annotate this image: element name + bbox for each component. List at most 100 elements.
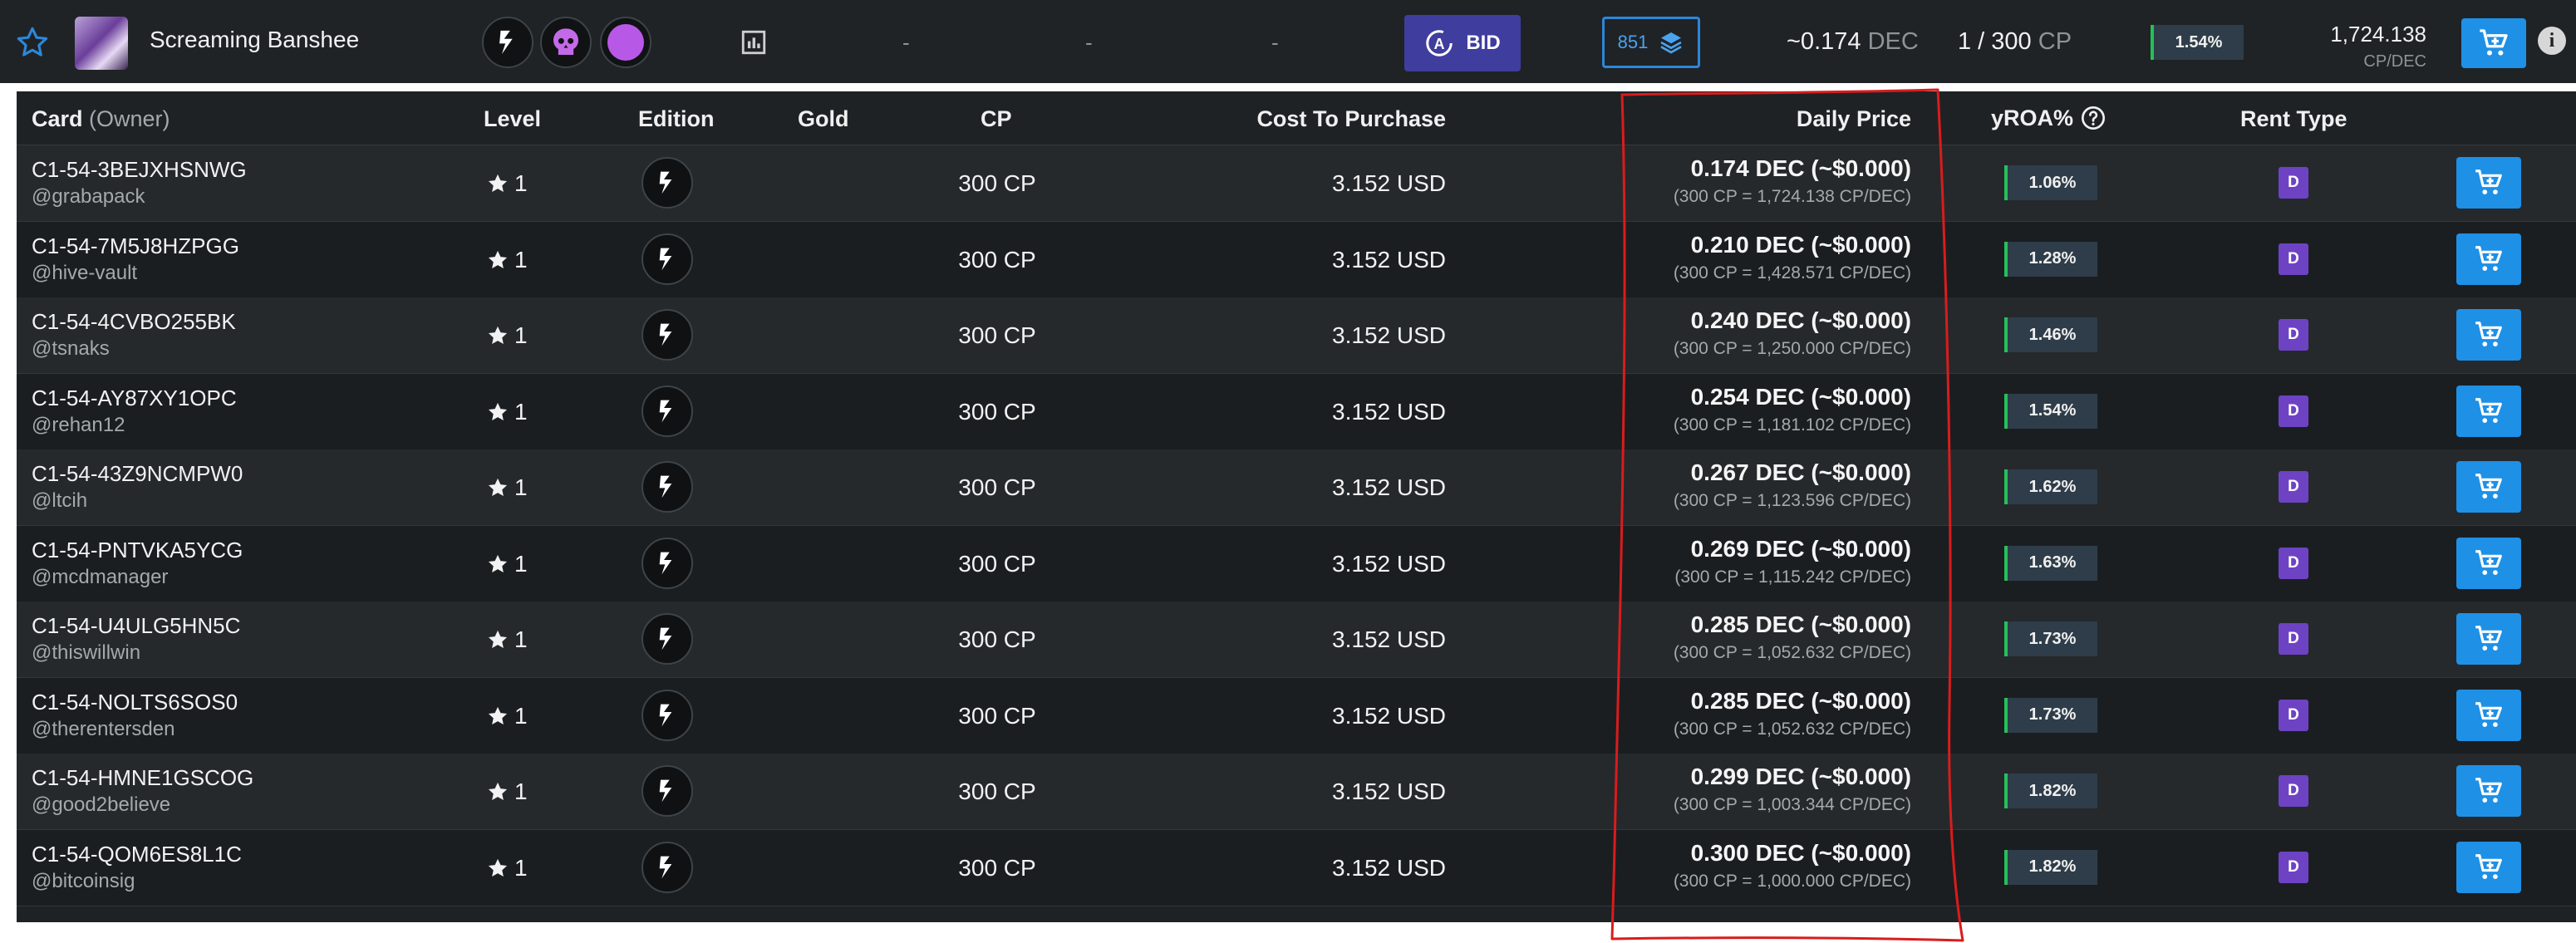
add-to-cart-button[interactable]: [2456, 309, 2521, 361]
card-id[interactable]: C1-54-QOM6ES8L1C: [32, 842, 242, 867]
card-id[interactable]: C1-54-3BEJXHSNWG: [32, 157, 247, 183]
card-thumbnail[interactable]: [75, 17, 128, 70]
table-row[interactable]: C1-54-4CVBO255BK @tsnaks 1 300 CP 3.152 USD 0…: [17, 297, 2576, 374]
table-row[interactable]: C1-54-PNTVKA5YCG @mcdmanager 1 300 CP 3.152 …: [17, 525, 2576, 602]
daily-price: 0.210 DEC (~$0.000): [1690, 231, 1911, 258]
table-row[interactable]: C1-54-HMNE1GSCOG @good2believe 1 300 CP 3.15…: [17, 754, 2576, 830]
daily-price-ratio: (300 CP = 1,000.000 CP/DEC): [1673, 871, 1911, 891]
card-id[interactable]: C1-54-HMNE1GSCOG: [32, 765, 253, 791]
daily-price-ratio: (300 CP = 1,115.242 CP/DEC): [1674, 567, 1911, 587]
table-row[interactable]: C1-54-AY87XY1OPC @rehan12 1 300 CP 3.152 USD…: [17, 373, 2576, 450]
yroa-badge: 1.62%: [2004, 469, 2097, 504]
cp-value: 300 CP: [958, 854, 1036, 881]
header-gold[interactable]: Gold: [798, 106, 849, 132]
level-cell: 1: [486, 322, 528, 349]
owner-name[interactable]: @good2believe: [32, 793, 170, 817]
yroa-badge: 1.63%: [2004, 545, 2097, 581]
cart-add-icon: [2475, 626, 2502, 651]
header-cost[interactable]: Cost To Purchase: [1163, 106, 1446, 132]
daily-price-ratio: (300 CP = 1,250.000 CP/DEC): [1673, 339, 1911, 358]
owner-name[interactable]: @mcdmanager: [32, 566, 168, 589]
add-to-cart-button[interactable]: [2456, 765, 2521, 817]
listing-summary-bar: Screaming Banshee - - - A BID 851 ~0.174…: [0, 0, 2576, 83]
star-outline-icon[interactable]: [15, 25, 50, 60]
level-cell: 1: [486, 170, 528, 197]
layers-icon: [1660, 32, 1683, 54]
header-level[interactable]: Level: [484, 106, 541, 132]
cart-add-icon: [2475, 701, 2502, 727]
add-to-cart-button[interactable]: [2456, 461, 2521, 513]
header-card[interactable]: Card (Owner): [32, 106, 170, 132]
add-to-cart-button[interactable]: [2456, 689, 2521, 741]
collection-power: 1 / 300 CP: [1958, 28, 2072, 56]
header-yroa[interactable]: yROA%: [1991, 105, 2107, 131]
level-value: 1: [514, 398, 528, 425]
add-to-cart-button[interactable]: [2456, 157, 2521, 209]
level-cell: 1: [486, 855, 528, 882]
add-to-cart-button[interactable]: [2461, 18, 2526, 68]
edition-bolt-icon: [642, 233, 693, 285]
star-icon: [488, 478, 508, 497]
header-edition[interactable]: Edition: [638, 106, 714, 132]
yroa-badge: 1.82%: [2004, 849, 2097, 885]
level-cell: 1: [486, 703, 528, 729]
owner-name[interactable]: @ltcih: [32, 489, 87, 513]
yroa-badge: 1.73%: [2004, 621, 2097, 656]
header-daily-price[interactable]: Daily Price: [1579, 106, 1911, 132]
add-to-cart-button[interactable]: [2456, 385, 2521, 437]
card-id[interactable]: C1-54-4CVBO255BK: [32, 309, 236, 335]
edition-bolt-icon: [642, 841, 693, 893]
table-row[interactable]: C1-54-NOLTS6SOS0 @therentersden 1 300 CP 3.1…: [17, 677, 2576, 754]
cost-to-purchase: 3.152 USD: [1332, 778, 1446, 804]
cart-add-icon: [2475, 169, 2502, 194]
level-value: 1: [514, 474, 528, 500]
owner-name[interactable]: @hive-vault: [32, 262, 137, 285]
add-to-cart-button[interactable]: [2456, 841, 2521, 893]
star-icon: [488, 630, 508, 649]
daily-price-ratio: (300 CP = 1,428.571 CP/DEC): [1673, 263, 1911, 282]
add-to-cart-button[interactable]: [2456, 537, 2521, 589]
add-to-cart-button[interactable]: [2456, 233, 2521, 285]
auto-bid-icon: A: [1426, 30, 1453, 56]
star-icon: [488, 326, 508, 345]
owner-name[interactable]: @thiswillwin: [32, 641, 140, 665]
header-rent-type[interactable]: Rent Type: [2240, 106, 2347, 132]
header-cp[interactable]: CP: [981, 106, 1012, 132]
owner-name[interactable]: @rehan12: [32, 414, 125, 437]
summary-gold: -: [902, 30, 910, 55]
daily-price-ratio: (300 CP = 1,003.344 CP/DEC): [1673, 795, 1911, 814]
stack-count-button[interactable]: 851: [1602, 17, 1700, 68]
info-icon[interactable]: i: [2538, 27, 2566, 55]
table-row[interactable]: C1-54-U4ULG5HN5C @thiswillwin 1 300 CP 3.152…: [17, 602, 2576, 678]
owner-name[interactable]: @tsnaks: [32, 337, 110, 361]
level-cell: 1: [486, 399, 528, 425]
yroa-badge: 1.46%: [2004, 317, 2097, 352]
daily-price-ratio: (300 CP = 1,052.632 CP/DEC): [1673, 643, 1911, 662]
table-row[interactable]: C1-54-QOM6ES8L1C @bitcoinsig 1 300 CP 3.152 …: [17, 829, 2576, 906]
daily-price: 0.254 DEC (~$0.000): [1690, 383, 1911, 410]
bid-button[interactable]: A BID: [1404, 15, 1521, 71]
card-id[interactable]: C1-54-PNTVKA5YCG: [32, 538, 243, 563]
card-id[interactable]: C1-54-43Z9NCMPW0: [32, 461, 243, 487]
owner-name[interactable]: @grabapack: [32, 185, 145, 209]
card-id[interactable]: C1-54-U4ULG5HN5C: [32, 613, 240, 639]
table-row[interactable]: C1-54-3BEJXHSNWG @grabapack 1 300 CP 3.152 U…: [17, 145, 2576, 222]
table-row[interactable]: C1-54-7M5J8HZPGG @hive-vault 1 300 CP 3.152 …: [17, 221, 2576, 298]
add-to-cart-button[interactable]: [2456, 613, 2521, 665]
cp-value: 300 CP: [958, 170, 1036, 196]
cp-per-dec-unit: CP/DEC: [2363, 52, 2426, 71]
card-id[interactable]: C1-54-AY87XY1OPC: [32, 386, 237, 411]
card-name[interactable]: Screaming Banshee: [150, 27, 359, 53]
card-id[interactable]: C1-54-7M5J8HZPGG: [32, 233, 239, 259]
daily-price: 0.285 DEC (~$0.000): [1690, 611, 1911, 637]
rent-type-badge: D: [2279, 243, 2308, 275]
star-icon: [488, 858, 508, 877]
owner-name[interactable]: @bitcoinsig: [32, 870, 135, 893]
owner-name[interactable]: @therentersden: [32, 718, 175, 741]
card-id[interactable]: C1-54-NOLTS6SOS0: [32, 690, 238, 715]
rent-type-badge: D: [2279, 623, 2308, 655]
table-row[interactable]: C1-54-43Z9NCMPW0 @ltcih 1 300 CP 3.152 USD 0.…: [17, 449, 2576, 526]
question-circle-icon[interactable]: [2080, 105, 2107, 131]
cp-value: 300 CP: [958, 322, 1036, 348]
level-value: 1: [514, 170, 528, 196]
